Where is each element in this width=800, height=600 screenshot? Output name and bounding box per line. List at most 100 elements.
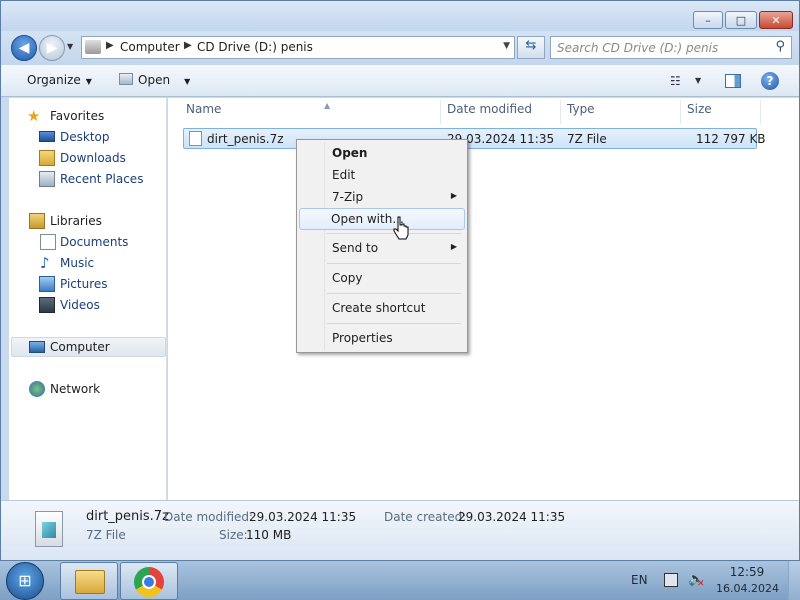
file-name: dirt_penis.7z: [207, 132, 284, 146]
column-header-type[interactable]: Type: [567, 102, 595, 124]
sidebar-item-favorites[interactable]: ★ Favorites: [9, 106, 167, 126]
address-dropdown-icon[interactable]: ▼: [503, 41, 510, 51]
pictures-icon: [39, 276, 55, 292]
breadcrumb-separator-icon[interactable]: ▶: [106, 40, 114, 51]
context-item-send-to[interactable]: Send to ▶: [299, 237, 465, 259]
column-header-size[interactable]: Size: [687, 102, 712, 124]
view-options-dropdown-icon[interactable]: ▼: [695, 76, 701, 85]
change-view-icon[interactable]: ☷: [670, 74, 681, 88]
sidebar-item-pictures[interactable]: Pictures: [9, 274, 167, 294]
file-list-pane[interactable]: Name ▲ Date modified Type Size dirt_peni…: [168, 98, 799, 500]
details-size-label: Size:: [219, 528, 248, 542]
navigation-pane: ★ Favorites Desktop Downloads Recent Pla…: [9, 98, 167, 500]
sidebar-item-network[interactable]: Network: [9, 379, 167, 399]
close-button[interactable]: ✕: [759, 11, 793, 29]
forward-arrow-icon: ▶: [46, 40, 58, 56]
windows-logo-icon: ⊞: [18, 571, 32, 590]
sidebar-item-desktop[interactable]: Desktop: [9, 127, 167, 147]
desktop-icon: [39, 131, 55, 142]
column-header-name[interactable]: Name ▲: [186, 101, 330, 124]
maximize-icon: □: [735, 13, 747, 27]
context-item-7zip[interactable]: 7-Zip ▶: [299, 186, 465, 208]
details-filename: dirt_penis.7z: [86, 509, 169, 524]
documents-icon: [40, 234, 56, 250]
details-date-modified-label: Date modified:: [164, 510, 254, 524]
open-button[interactable]: Open ▼: [119, 73, 190, 87]
refresh-button[interactable]: ⇆: [517, 36, 545, 59]
recent-pages-dropdown-icon[interactable]: ▼: [67, 42, 73, 51]
organize-label: Organize: [27, 73, 81, 87]
network-icon: [29, 381, 45, 397]
title-bar[interactable]: – □ ✕: [1, 1, 799, 31]
videos-icon: [39, 297, 55, 313]
sidebar-item-libraries[interactable]: Libraries: [9, 211, 167, 231]
context-item-properties[interactable]: Properties: [299, 327, 465, 349]
sort-ascending-icon: ▲: [324, 101, 331, 110]
start-button[interactable]: ⊞: [6, 562, 44, 600]
breadcrumb-computer[interactable]: Computer: [120, 40, 180, 54]
context-item-label: 7-Zip: [332, 190, 364, 204]
context-item-label: Edit: [332, 168, 356, 182]
open-icon: [119, 73, 133, 85]
cd-drive-icon: [85, 40, 101, 54]
sidebar-item-recent-places[interactable]: Recent Places: [9, 169, 167, 189]
close-icon: ✕: [771, 13, 781, 27]
open-label: Open: [138, 73, 171, 87]
sidebar-item-videos[interactable]: Videos: [9, 295, 167, 315]
details-pane: dirt_penis.7z Date modified: 29.03.2024 …: [1, 500, 799, 560]
forward-button[interactable]: ▶: [39, 35, 65, 61]
column-divider[interactable]: [440, 100, 441, 124]
context-item-label: Open: [332, 146, 368, 160]
back-button[interactable]: ◀: [11, 35, 37, 61]
search-input[interactable]: [557, 39, 767, 56]
breadcrumb-cd-drive[interactable]: CD Drive (D:) penis: [197, 40, 313, 54]
taskbar-explorer-button[interactable]: [60, 562, 118, 600]
details-filetype: 7Z File: [86, 528, 126, 542]
context-item-copy[interactable]: Copy: [299, 267, 465, 289]
organize-button[interactable]: Organize ▼: [27, 73, 92, 87]
column-header-label: Name: [186, 102, 222, 116]
details-date-created-label: Date created:: [384, 510, 467, 524]
file-type: 7Z File: [567, 132, 607, 146]
column-divider[interactable]: [680, 100, 681, 124]
preview-pane-icon[interactable]: [725, 74, 741, 88]
submenu-arrow-icon: ▶: [450, 242, 457, 251]
chevron-down-icon[interactable]: ▼: [184, 77, 190, 86]
file-size: 112 797 KB: [696, 132, 766, 146]
breadcrumb-separator-icon[interactable]: ▶: [184, 40, 192, 51]
context-item-create-shortcut[interactable]: Create shortcut: [299, 297, 465, 319]
language-indicator[interactable]: EN: [631, 573, 648, 587]
show-desktop-button[interactable]: [788, 561, 800, 600]
sidebar-item-label: Pictures: [60, 277, 108, 291]
search-icon[interactable]: ⚲: [775, 39, 785, 54]
hand-cursor-icon: [393, 216, 409, 240]
network-tray-icon[interactable]: [664, 573, 678, 587]
column-divider[interactable]: [760, 100, 761, 124]
sidebar-item-documents[interactable]: Documents: [9, 232, 167, 252]
sidebar-item-label: Libraries: [50, 214, 102, 228]
refresh-icon: ⇆: [525, 38, 537, 53]
context-item-edit[interactable]: Edit: [299, 164, 465, 186]
clock-date[interactable]: 16.04.2024: [716, 582, 779, 595]
clock-time[interactable]: 12:59: [724, 565, 770, 579]
maximize-button[interactable]: □: [725, 11, 757, 29]
sidebar-item-downloads[interactable]: Downloads: [9, 148, 167, 168]
address-bar[interactable]: ▶ Computer ▶ CD Drive (D:) penis ▼: [81, 36, 515, 59]
sidebar-item-label: Music: [60, 256, 95, 270]
help-icon[interactable]: ?: [761, 72, 779, 90]
sidebar-item-label: Downloads: [60, 151, 126, 165]
sidebar-item-label: Desktop: [60, 130, 110, 144]
sidebar-item-computer[interactable]: Computer: [11, 337, 166, 357]
taskbar-chrome-button[interactable]: [120, 562, 178, 600]
context-item-open-with[interactable]: Open with...: [299, 208, 465, 230]
sidebar-item-music[interactable]: ♪ Music: [9, 253, 167, 273]
minimize-button[interactable]: –: [693, 11, 723, 29]
sidebar-item-label: Recent Places: [60, 172, 144, 186]
search-box[interactable]: ⚲: [550, 36, 792, 59]
column-header-date-modified[interactable]: Date modified: [447, 102, 532, 124]
context-item-open[interactable]: Open: [299, 142, 465, 164]
chrome-icon: [134, 567, 164, 597]
file-row[interactable]: dirt_penis.7z 29.03.2024 11:35 7Z File 1…: [183, 128, 766, 149]
details-date-modified: 29.03.2024 11:35: [249, 510, 357, 524]
column-divider[interactable]: [560, 100, 561, 124]
